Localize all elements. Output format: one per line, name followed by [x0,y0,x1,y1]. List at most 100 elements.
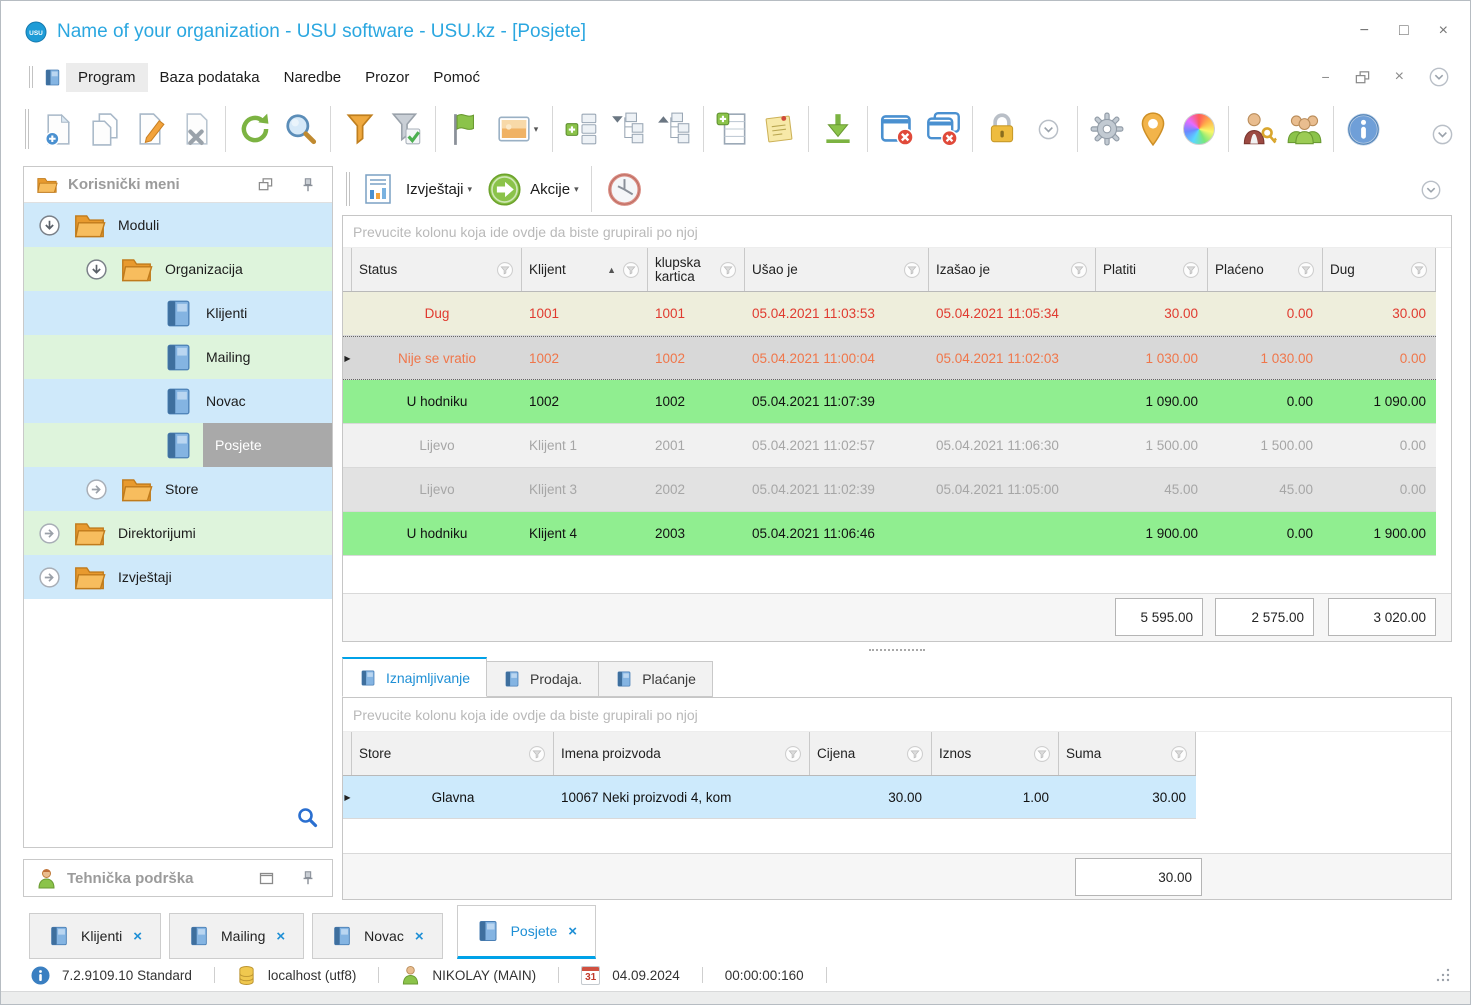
table-row[interactable]: Lijevo Klijent 3 2002 05.04.2021 11:02:3… [343,468,1436,512]
reports-label[interactable]: Izvještaji [406,181,464,198]
collapse-node-icon[interactable] [38,214,61,237]
timer-button[interactable] [604,165,646,213]
tab-placanje[interactable]: Plaćanje [599,661,713,697]
search-button[interactable] [278,105,324,153]
expand-node-icon[interactable] [85,478,108,501]
notes-button[interactable] [756,105,802,153]
column-header-klijent[interactable]: Klijent ▲ [522,248,648,291]
pin-icon[interactable] [300,177,316,193]
close-tab-icon[interactable]: × [415,928,424,945]
user-icon[interactable] [401,965,420,985]
mdi-minimize-button[interactable]: − [1321,69,1329,85]
more-options-button[interactable] [1025,105,1071,153]
support-panel[interactable]: Tehnička podrška [23,859,333,897]
table-row[interactable]: U hodniku Klijent 4 2003 05.04.2021 11:0… [343,512,1436,556]
tab-prodaja[interactable]: Prodaja. [487,661,600,697]
close-button[interactable]: × [1439,23,1448,39]
info-icon[interactable] [31,966,50,985]
filter-icon[interactable] [622,261,640,279]
splitter-handle[interactable] [342,642,1452,657]
toolbar-drag-handle[interactable] [29,66,33,88]
refresh-button[interactable] [232,105,278,153]
collapse-tree-button[interactable] [651,105,697,153]
sidebar-item-izvjestaji[interactable]: Izvještaji [24,555,332,599]
export-download-button[interactable] [815,105,861,153]
lock-button[interactable] [979,105,1025,153]
group-by-panel[interactable]: Prevucite kolonu koja ide ovdje da biste… [343,698,1451,732]
doc-tab-novac[interactable]: Novac × [312,913,443,959]
tab-iznajmljivanje[interactable]: Iznajmljivanje [342,657,488,697]
table-row-selected[interactable]: ▶ Glavna 10067 Neki proizvodi 4, kom 30.… [343,776,1196,819]
column-header-usao-je[interactable]: Ušao je [745,248,929,291]
mdi-close-button[interactable]: × [1395,68,1404,86]
filter-icon[interactable] [1297,261,1315,279]
filter-button[interactable] [337,105,383,153]
doc-tab-posjete[interactable]: Posjete × [456,905,597,959]
sidebar-item-posjete[interactable]: Posjete [24,423,332,467]
restore-panel-icon[interactable] [257,176,274,193]
expand-node-icon[interactable] [38,522,61,545]
location-button[interactable] [1130,105,1176,153]
filter-apply-button[interactable] [383,105,429,153]
sidebar-item-store[interactable]: Store [24,467,332,511]
user-permissions-button[interactable] [1235,105,1281,153]
column-header-imena-proizvoda[interactable]: Imena proizvoda [554,732,810,775]
tree-search-icon[interactable] [297,807,318,828]
filter-icon[interactable] [496,261,514,279]
close-all-windows-button[interactable] [920,105,966,153]
filter-icon[interactable] [1033,745,1051,763]
filter-icon[interactable] [903,261,921,279]
column-header-klupska-kartica[interactable]: klupska kartica [648,248,745,291]
column-header-status[interactable]: Status [352,248,522,291]
image-preview-button[interactable]: ▾ [488,105,546,153]
minimize-button[interactable]: − [1360,23,1369,39]
mdi-restore-button[interactable] [1354,69,1371,86]
doc-tab-mailing[interactable]: Mailing × [169,913,305,959]
settings-button[interactable] [1084,105,1130,153]
calendar-icon[interactable]: 31 [581,965,601,985]
filter-icon[interactable] [1170,745,1188,763]
collapse-node-icon[interactable] [85,258,108,281]
copy-document-button[interactable] [81,105,127,153]
table-row-selected[interactable]: ▶ Nije se vratio 1002 1002 05.04.2021 11… [343,336,1436,380]
delete-document-button[interactable] [173,105,219,153]
resize-grip[interactable] [1436,968,1450,985]
actions-label[interactable]: Akcije [530,181,570,198]
menu-item-prozor[interactable]: Prozor [353,63,421,92]
column-header-placeno[interactable]: Plaćeno [1208,248,1323,291]
new-document-button[interactable] [35,105,81,153]
column-header-store[interactable]: Store [352,732,554,775]
close-window-button[interactable] [874,105,920,153]
filter-icon[interactable] [906,745,924,763]
edit-document-button[interactable] [127,105,173,153]
filter-icon[interactable] [528,745,546,763]
flag-button[interactable] [442,105,488,153]
actions-button[interactable] [480,165,528,213]
close-tab-icon[interactable]: × [276,928,285,945]
add-group-button[interactable] [559,105,605,153]
menu-item-program[interactable]: Program [66,62,148,92]
column-header-suma[interactable]: Suma [1059,732,1196,775]
table-row[interactable]: Dug 1001 1001 05.04.2021 11:03:53 05.04.… [343,292,1436,336]
sidebar-item-mailing[interactable]: Mailing [24,335,332,379]
table-row[interactable]: U hodniku 1002 1002 05.04.2021 11:07:39 … [343,380,1436,424]
column-header-cijena[interactable]: Cijena [810,732,932,775]
color-theme-button[interactable] [1176,105,1222,153]
toolbar-drag-handle[interactable] [25,109,29,149]
menu-item-pomoc[interactable]: Pomoć [421,63,492,92]
add-row-button[interactable] [710,105,756,153]
sidebar-item-organizacija[interactable]: Organizacija [24,247,332,291]
column-header-izasao-je[interactable]: Izašao je [929,248,1096,291]
filter-icon[interactable] [719,261,737,279]
close-tab-icon[interactable]: × [568,923,577,940]
database-icon[interactable] [237,965,256,986]
close-tab-icon[interactable]: × [133,928,142,945]
maximize-button[interactable]: □ [1399,23,1409,39]
sidebar-item-klijenti[interactable]: Klijenti [24,291,332,335]
reports-button[interactable] [358,165,398,213]
expand-node-icon[interactable] [38,566,61,589]
sidebar-item-moduli[interactable]: Moduli [24,203,332,247]
doc-tab-klijenti[interactable]: Klijenti × [29,913,162,959]
more-options-icon[interactable] [1420,179,1442,201]
more-options-icon[interactable] [1428,66,1450,88]
